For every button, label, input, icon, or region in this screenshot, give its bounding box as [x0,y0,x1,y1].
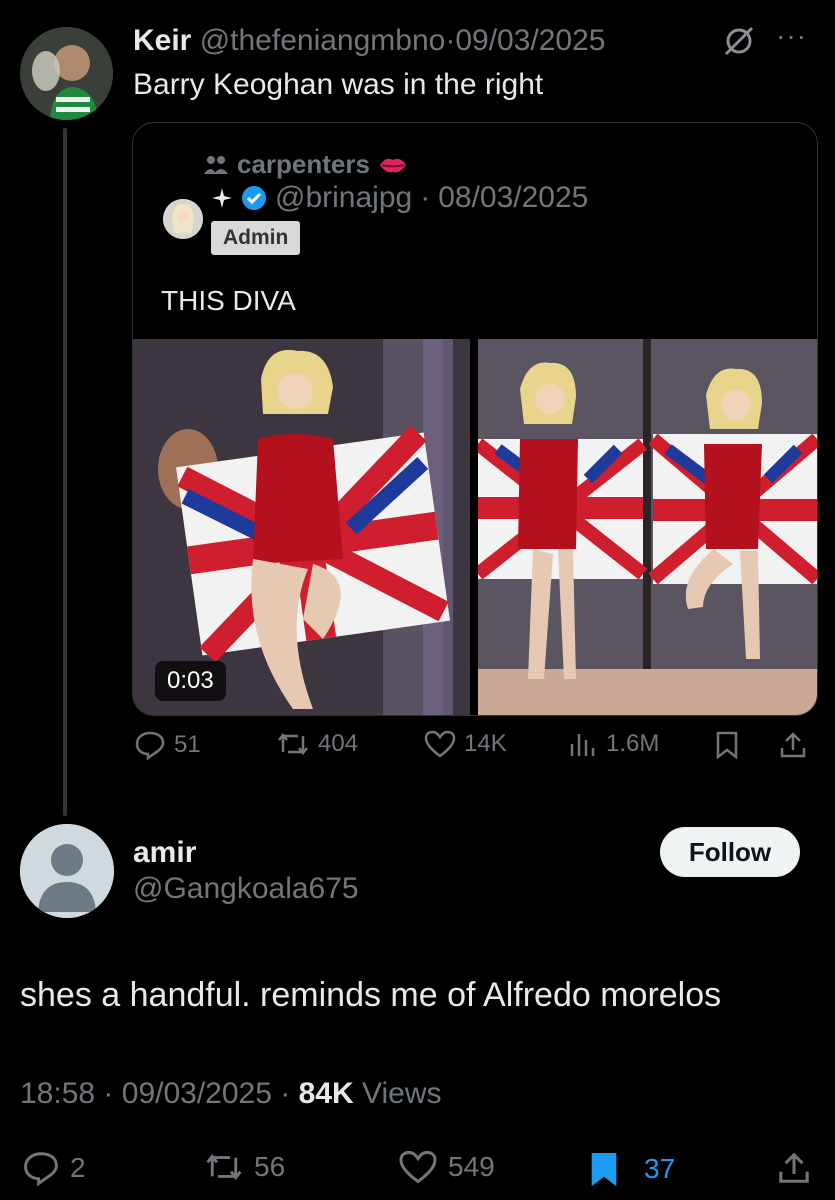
community-name[interactable]: carpenters [237,149,370,180]
tweet-meta: 18:58 · 09/03/2025 · 84K Views [20,1077,441,1111]
separator: · [280,1077,291,1110]
community-icon [203,154,229,176]
reply-button[interactable]: 2 [22,1150,86,1186]
like-count: 14K [464,730,507,757]
separator: · [445,24,456,57]
repost-count: 56 [254,1151,286,1182]
quote-header: @brinajpg · 08/03/2025 [211,181,588,215]
admin-badge: Admin [211,221,301,255]
more-icon[interactable]: ··· [776,20,807,52]
lips-icon [378,154,408,176]
avatar[interactable] [163,199,203,239]
heart-icon [424,730,456,758]
tweet-date[interactable]: 09/03/2025 [122,1077,272,1110]
quoted-tweet[interactable]: carpenters @brinajpg · 08/03/2025 Admin TH… [132,122,818,716]
video-thumbnail[interactable] [133,339,470,715]
share-button[interactable] [778,730,808,760]
views-count: 84K [298,1077,354,1110]
tweet-text: Barry Keoghan was in the right [133,68,544,101]
sparkle-icon [211,187,233,209]
reply-count: 2 [70,1152,86,1183]
bookmark-icon [714,730,740,760]
grok-icon[interactable] [722,24,756,58]
author-handle[interactable]: @Gangkoala675 [133,872,359,906]
repost-button[interactable]: 56 [204,1150,285,1184]
tweet-date[interactable]: 09/03/2025 [455,24,605,57]
share-icon [776,1150,812,1186]
media-grid[interactable]: 0:03 [133,339,817,715]
tweet-time[interactable]: 18:58 [20,1077,95,1110]
repost-button[interactable]: 404 [276,730,358,758]
views-icon [568,730,598,758]
reply-count: 51 [174,731,201,758]
views-count: 1.6M [606,730,660,757]
bookmark-button[interactable]: 37 [588,1150,675,1188]
author-name[interactable]: Keir [133,24,191,57]
repost-count: 404 [318,730,359,757]
author-handle[interactable]: @thefeniangmbno [200,24,446,57]
repost-icon [276,730,310,758]
repost-icon [204,1150,244,1184]
share-icon [778,730,808,760]
avatar[interactable] [20,27,113,120]
quote-text: THIS DIVA [161,285,296,316]
reply-button[interactable]: 51 [134,730,201,760]
heart-icon [398,1150,438,1184]
separator: · [103,1077,114,1110]
separator: · [420,181,431,214]
bookmark-icon [588,1150,620,1188]
reply-icon [22,1150,60,1186]
like-button[interactable]: 14K [424,730,507,758]
like-count: 549 [448,1151,495,1182]
community-label[interactable]: carpenters [203,149,408,180]
share-button[interactable] [776,1150,812,1186]
video-duration: 0:03 [155,661,226,701]
like-button[interactable]: 549 [398,1150,495,1184]
avatar[interactable] [20,824,114,918]
photo-thumbnail[interactable] [478,339,817,715]
tweet-text: shes a handful. reminds me of Alfredo mo… [20,976,722,1014]
author-name[interactable]: amir [133,836,196,870]
follow-button[interactable]: Follow [660,827,800,877]
quote-date[interactable]: 08/03/2025 [438,181,588,215]
verified-icon [241,185,267,211]
views-label: Views [362,1077,442,1110]
tweet-header: Keir @thefeniangmbno·09/03/2025 [133,22,605,60]
views-button[interactable]: 1.6M [568,730,659,758]
bookmark-count: 37 [644,1153,676,1184]
quote-handle[interactable]: @brinajpg [275,181,412,215]
bookmark-button[interactable] [714,730,740,760]
thread-line [63,128,67,816]
reply-icon [134,730,166,760]
